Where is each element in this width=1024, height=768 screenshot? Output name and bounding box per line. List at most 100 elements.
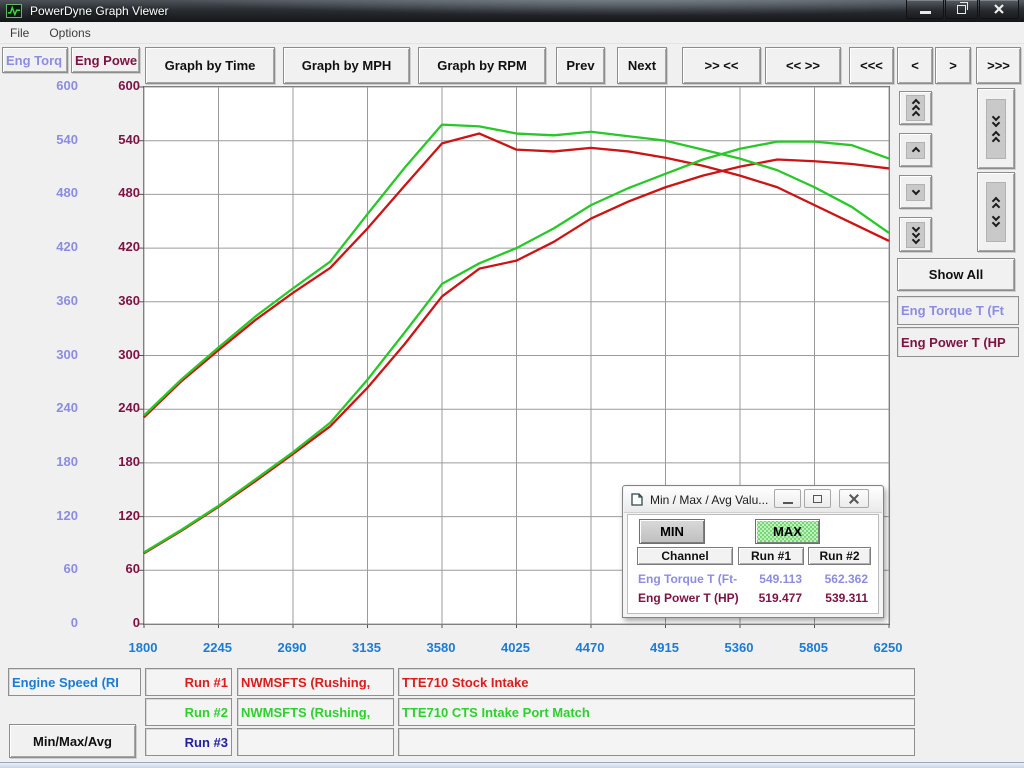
close-icon [993, 3, 1005, 15]
run3-comment-field[interactable] [237, 728, 394, 756]
zoom-in-x-button[interactable]: >> << [682, 47, 761, 84]
y-tick-label-torque: 240 [30, 400, 78, 415]
triple-chevron-up-icon [906, 95, 925, 121]
app-icon [6, 4, 22, 18]
y-tick-label-torque: 540 [30, 132, 78, 147]
minmax-minimize-button[interactable] [774, 489, 801, 508]
expand-range-icon [986, 182, 1006, 242]
y-tick-label-torque: 300 [30, 347, 78, 362]
run3-description-field[interactable] [398, 728, 915, 756]
torque-channel-button[interactable]: Eng Torq [2, 47, 68, 73]
x-tick-label: 5360 [707, 640, 771, 655]
y-tick-label-torque: 120 [30, 508, 78, 523]
y-scroll-down-button[interactable] [899, 175, 932, 209]
scroll-far-right-button[interactable]: >>> [976, 47, 1021, 84]
collapse-range-icon [986, 99, 1006, 159]
document-icon [630, 493, 644, 506]
y-scroll-up-button[interactable] [899, 133, 932, 167]
y-tick-label-power: 60 [92, 561, 140, 576]
minmax-restore-button[interactable] [804, 489, 831, 508]
y-tick-label-power: 480 [92, 185, 140, 200]
triple-chevron-down-icon [906, 222, 925, 248]
x-tick-label: 4915 [633, 640, 697, 655]
restore-button[interactable] [945, 0, 978, 19]
graph-by-rpm-button[interactable]: Graph by RPM [418, 47, 546, 84]
y-tick-label-power: 180 [92, 454, 140, 469]
run1-label: Run #1 [145, 668, 232, 696]
torque-channel-label[interactable]: Eng Torque T (Ft [897, 296, 1019, 325]
x-tick-label: 2690 [260, 640, 324, 655]
y-tick-label-torque: 60 [30, 561, 78, 576]
close-button[interactable] [979, 0, 1019, 19]
run2-description-field[interactable]: TTE710 CTS Intake Port Match [398, 698, 915, 726]
title-bar[interactable]: PowerDyne Graph Viewer [0, 0, 1024, 22]
next-button[interactable]: Next [617, 47, 667, 84]
minimize-icon [920, 11, 931, 14]
x-axis-channel-label: Engine Speed (RI [8, 668, 141, 696]
y-tick-label-power: 0 [92, 615, 140, 630]
menu-options[interactable]: Options [39, 22, 100, 43]
minmax-row-value: 549.113 [738, 572, 802, 586]
prev-button[interactable]: Prev [556, 47, 605, 84]
min-toggle-button[interactable]: MIN [639, 519, 705, 544]
column-header-channel: Channel [637, 547, 733, 565]
run1-description-field[interactable]: TTE710 Stock Intake [398, 668, 915, 696]
chevron-down-icon [906, 184, 925, 201]
minimize-icon [783, 502, 793, 504]
minimize-button[interactable] [906, 0, 944, 19]
window-title: PowerDyne Graph Viewer [30, 4, 169, 18]
close-icon [849, 494, 859, 504]
minmax-close-button[interactable] [839, 489, 869, 508]
show-all-button[interactable]: Show All [897, 258, 1015, 291]
power-channel-label[interactable]: Eng Power T (HP [897, 327, 1019, 357]
x-tick-label: 2245 [186, 640, 250, 655]
y-tick-label-power: 420 [92, 239, 140, 254]
y-scroll-bottom-button[interactable] [899, 217, 932, 252]
scroll-left-button[interactable]: < [897, 47, 933, 84]
run3-label: Run #3 [145, 728, 232, 756]
minmax-window: Min / Max / Avg Valu... MIN MAX Channel … [622, 485, 884, 618]
x-tick-label: 4025 [484, 640, 548, 655]
y-range-expand-button[interactable] [977, 172, 1015, 252]
x-tick-label: 3135 [335, 640, 399, 655]
run1-comment-field[interactable]: NWMSFTS (Rushing, [237, 668, 394, 696]
x-tick-label: 3580 [409, 640, 473, 655]
minmax-row-value: 562.362 [808, 572, 868, 586]
y-tick-label-power: 240 [92, 400, 140, 415]
x-tick-label: 1800 [111, 640, 175, 655]
minmax-row-value: 519.477 [738, 591, 802, 605]
y-range-collapse-button[interactable] [977, 88, 1015, 169]
y-tick-label-torque: 360 [30, 293, 78, 308]
restore-icon [813, 495, 822, 503]
restore-icon [957, 5, 966, 14]
y-tick-label-torque: 180 [30, 454, 78, 469]
x-tick-label: 6250 [856, 640, 920, 655]
scroll-right-button[interactable]: > [935, 47, 971, 84]
y-tick-label-power: 600 [92, 78, 140, 93]
x-tick-label: 4470 [558, 640, 622, 655]
y-tick-label-torque: 0 [30, 615, 78, 630]
y-scroll-top-button[interactable] [899, 91, 932, 125]
minmax-window-title: Min / Max / Avg Valu... [650, 493, 768, 507]
x-tick-label: 5805 [782, 640, 846, 655]
column-header-run2: Run #2 [808, 547, 871, 565]
y-tick-label-torque: 600 [30, 78, 78, 93]
column-header-run1: Run #1 [738, 547, 804, 565]
graph-by-time-button[interactable]: Graph by Time [145, 47, 275, 84]
chevron-up-icon [906, 142, 925, 159]
menu-file[interactable]: File [0, 22, 39, 43]
run2-comment-field[interactable]: NWMSFTS (Rushing, [237, 698, 394, 726]
zoom-out-x-button[interactable]: << >> [765, 47, 841, 84]
minmax-row-channel: Eng Torque T (Ft- [638, 572, 737, 586]
graph-by-mph-button[interactable]: Graph by MPH [283, 47, 410, 84]
max-toggle-button[interactable]: MAX [755, 519, 820, 544]
window-bottom-edge [0, 762, 1024, 768]
menu-bar: File Options [0, 22, 1024, 44]
run2-label: Run #2 [145, 698, 232, 726]
y-tick-label-power: 360 [92, 293, 140, 308]
power-channel-button[interactable]: Eng Powe [71, 47, 140, 73]
y-tick-label-power: 300 [92, 347, 140, 362]
minmax-avg-button[interactable]: Min/Max/Avg [9, 724, 136, 758]
minmax-row-channel: Eng Power T (HP) [638, 591, 739, 605]
scroll-far-left-button[interactable]: <<< [849, 47, 894, 84]
